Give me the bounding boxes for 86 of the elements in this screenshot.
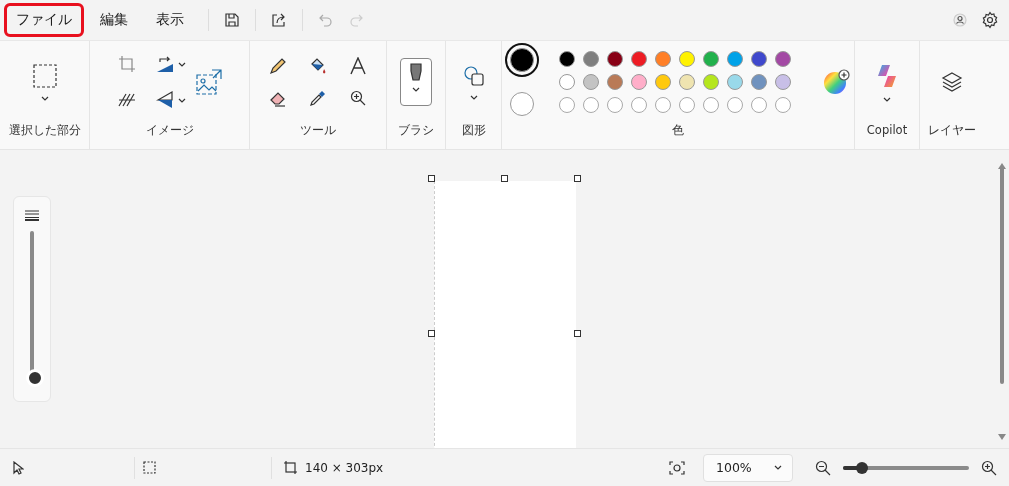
selection-icon[interactable] [32, 63, 57, 88]
chevron-down-icon [469, 94, 478, 100]
color-swatch[interactable] [727, 51, 743, 67]
empty-swatch[interactable] [775, 97, 791, 113]
rotate-icon[interactable] [155, 55, 174, 73]
color-swatch[interactable] [703, 51, 719, 67]
save-icon[interactable] [224, 12, 240, 28]
brush-size-icon [24, 209, 40, 221]
brush-icon [409, 63, 423, 81]
resize-handle[interactable] [574, 330, 581, 337]
account-icon[interactable] [953, 13, 967, 27]
pointer-icon [12, 460, 24, 475]
zoom-dropdown[interactable]: 100% [703, 453, 793, 482]
empty-swatch[interactable] [583, 97, 599, 113]
color-swatch[interactable] [607, 74, 623, 90]
canvas-size: 140 × 303px [305, 460, 384, 475]
color-picker-icon[interactable] [309, 89, 327, 107]
group-label: Copilot [866, 123, 908, 139]
chevron-down-icon [774, 465, 782, 470]
color-swatch[interactable] [583, 51, 599, 67]
zoom-icon[interactable] [350, 90, 366, 106]
color-swatch[interactable] [679, 51, 695, 67]
crop-icon[interactable] [117, 55, 136, 73]
empty-swatch[interactable] [751, 97, 767, 113]
image-resize-icon[interactable] [195, 69, 222, 95]
settings-icon[interactable] [981, 11, 999, 29]
empty-swatch[interactable] [727, 97, 743, 113]
empty-swatch[interactable] [631, 97, 647, 113]
color-swatch[interactable] [679, 74, 695, 90]
color-wheel-icon[interactable] [823, 68, 851, 96]
menu-item[interactable]: 表示 [144, 3, 196, 37]
empty-swatch[interactable] [679, 97, 695, 113]
resize-handle[interactable] [428, 175, 435, 182]
chevron-down-icon [177, 61, 186, 67]
resize-handle[interactable] [428, 330, 435, 337]
brush-button[interactable] [400, 58, 432, 106]
empty-swatch[interactable] [607, 97, 623, 113]
color-swatch[interactable] [631, 74, 647, 90]
color-swatch[interactable] [775, 74, 791, 90]
chevron-down-icon [40, 95, 49, 101]
share-icon[interactable] [271, 12, 287, 28]
color-swatch[interactable] [751, 74, 767, 90]
chevron-down-icon [177, 97, 186, 103]
layers-icon[interactable] [941, 71, 963, 93]
group-label: 色 [672, 123, 684, 139]
text-icon[interactable] [349, 57, 367, 75]
color-swatch[interactable] [559, 74, 575, 90]
scrollbar-thumb[interactable] [1000, 166, 1004, 384]
empty-swatch[interactable] [703, 97, 719, 113]
color-swatch[interactable] [775, 51, 791, 67]
fit-to-window-icon[interactable] [669, 460, 685, 475]
group-label: ブラシ [398, 123, 434, 139]
zoom-slider-thumb[interactable] [855, 461, 868, 474]
color-swatch[interactable] [703, 74, 719, 90]
color-swatch[interactable] [631, 51, 647, 67]
color-swatch[interactable] [655, 51, 671, 67]
resize-hatch-icon[interactable] [117, 93, 136, 107]
pencil-icon[interactable] [269, 57, 287, 75]
canvas-size-icon [284, 461, 297, 474]
color-swatch[interactable] [583, 74, 599, 90]
group-label: ツール [300, 123, 336, 139]
chevron-down-icon [883, 96, 891, 102]
zoom-in-icon[interactable] [981, 459, 997, 476]
size-slider-thumb[interactable] [26, 369, 44, 387]
empty-swatch[interactable] [559, 97, 575, 113]
color-swatch[interactable] [559, 51, 575, 67]
group-label: 選択した部分 [8, 123, 81, 139]
color-swatch[interactable] [607, 51, 623, 67]
group-label: イメージ [145, 123, 194, 139]
empty-swatch[interactable] [655, 97, 671, 113]
color-swatch[interactable] [727, 74, 743, 90]
resize-handle[interactable] [501, 175, 508, 182]
zoom-out-icon[interactable] [815, 459, 831, 476]
shapes-icon[interactable] [462, 64, 485, 87]
color-swatch[interactable] [655, 74, 671, 90]
menu-item[interactable]: ファイル [4, 3, 84, 37]
color-swatch[interactable] [751, 51, 767, 67]
menu-item[interactable]: 編集 [88, 3, 140, 37]
group-label: レイヤー [928, 123, 976, 139]
group-label: 図形 [461, 123, 486, 139]
resize-handle[interactable] [574, 175, 581, 182]
paint-bucket-icon[interactable] [309, 57, 327, 75]
selection-size-icon [143, 461, 156, 474]
chevron-down-icon [412, 87, 420, 92]
flip-icon[interactable] [155, 91, 174, 109]
scroll-down-icon[interactable] [998, 434, 1006, 440]
